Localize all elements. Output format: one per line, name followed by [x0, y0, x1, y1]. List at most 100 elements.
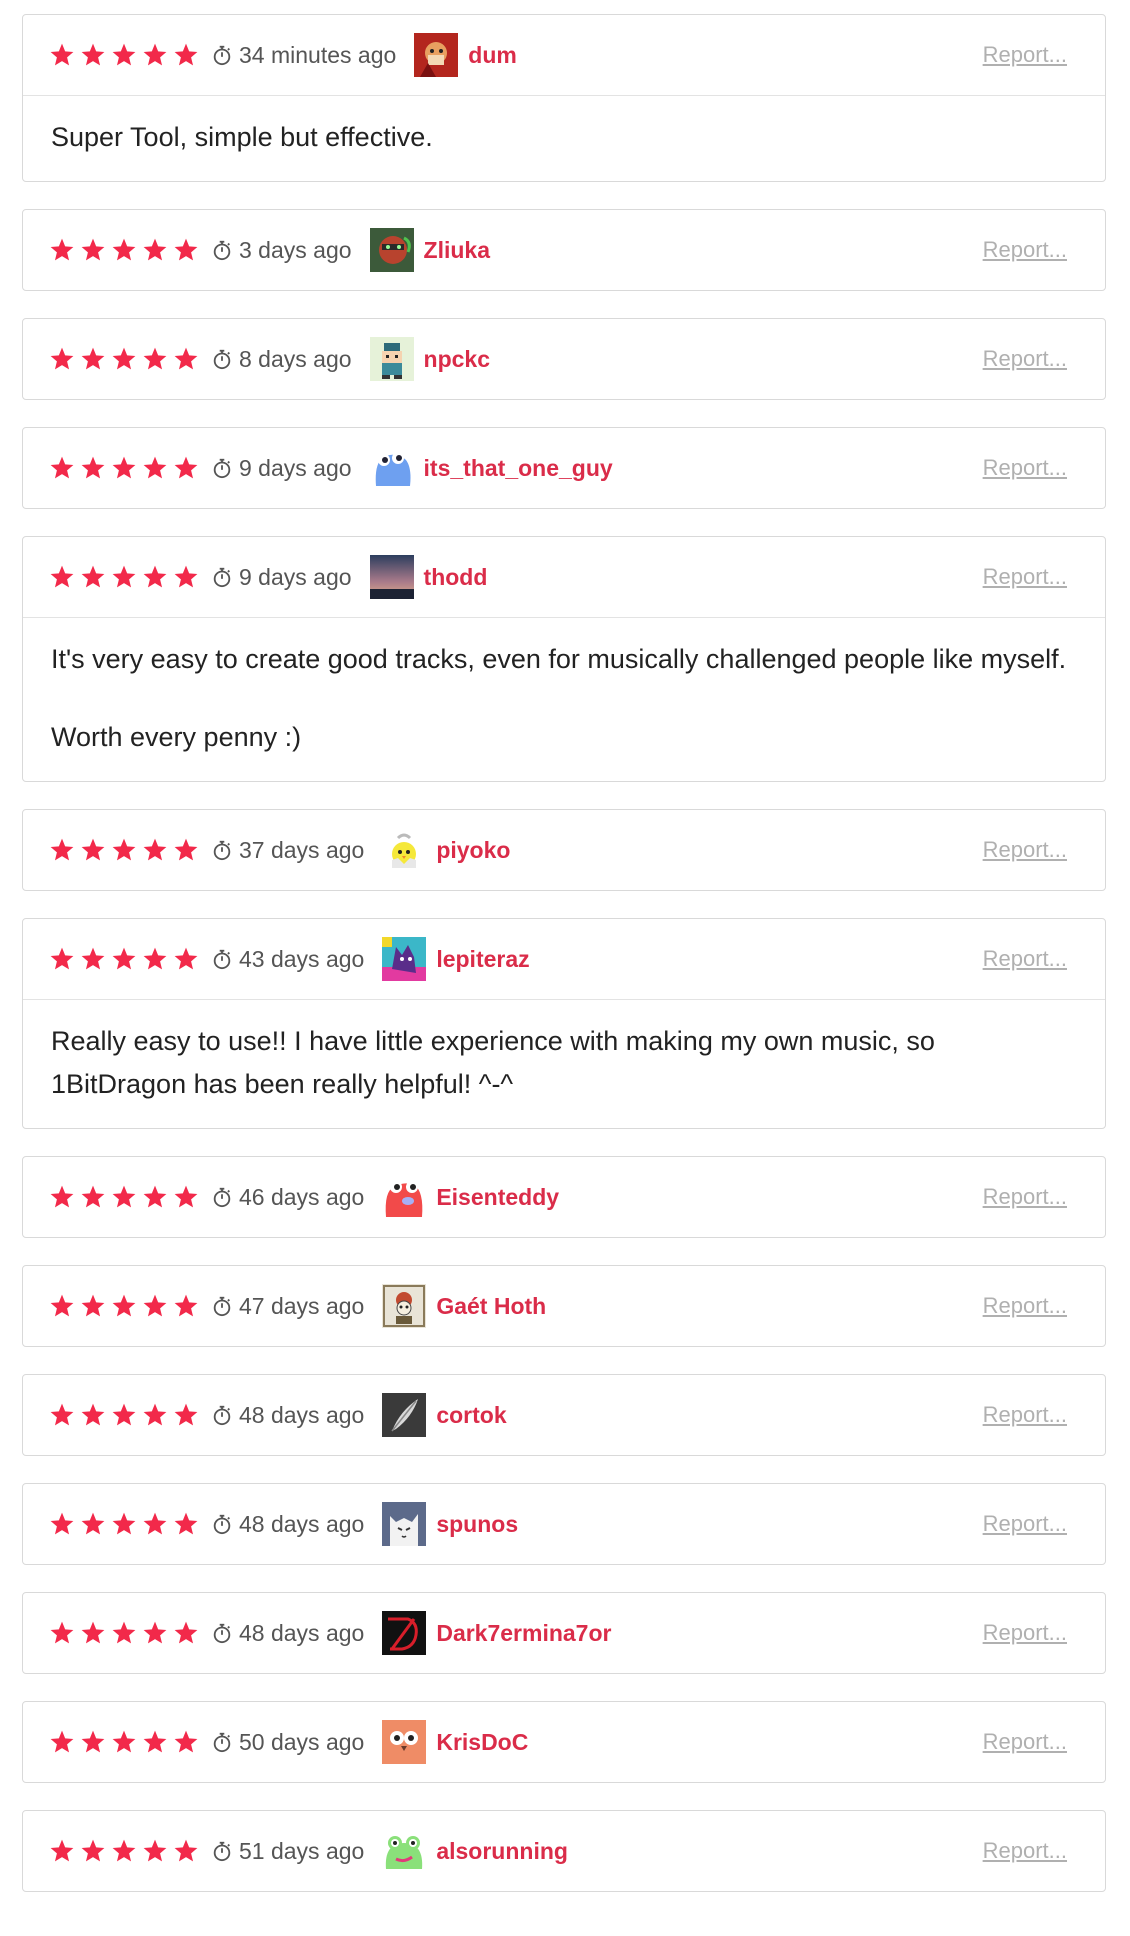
- red-d-logo-avatar[interactable]: [382, 1611, 427, 1655]
- star-icon: [173, 1838, 199, 1864]
- username-link[interactable]: piyoko: [436, 837, 510, 864]
- chick-avatar[interactable]: [382, 828, 427, 872]
- username-link[interactable]: its_that_one_guy: [424, 455, 613, 482]
- star-icon: [49, 1620, 75, 1646]
- fox-avatar[interactable]: [414, 33, 459, 77]
- username-link[interactable]: KrisDoC: [436, 1729, 528, 1756]
- star-icon: [80, 1293, 106, 1319]
- feather-avatar[interactable]: [382, 1393, 427, 1437]
- star-icon: [80, 1184, 106, 1210]
- star-icon: [111, 1729, 137, 1755]
- star-icon: [142, 1402, 168, 1428]
- star-icon: [142, 564, 168, 590]
- star-rating: [49, 237, 199, 263]
- review-body: It's very easy to create good tracks, ev…: [23, 617, 1105, 781]
- review-text: Super Tool, simple but effective.: [51, 122, 433, 152]
- username-link[interactable]: spunos: [436, 1511, 518, 1538]
- report-link[interactable]: Report...: [983, 564, 1067, 590]
- stopwatch-icon: [213, 45, 231, 66]
- star-icon: [173, 1511, 199, 1537]
- review-timestamp: 9 days ago: [211, 455, 352, 482]
- username-link[interactable]: Gaét Hoth: [436, 1293, 546, 1320]
- pixel-character-avatar[interactable]: [369, 337, 414, 381]
- review-card: 48 days ago cortok Report...: [22, 1374, 1106, 1456]
- report-link[interactable]: Report...: [983, 946, 1067, 972]
- stopwatch-icon: [213, 567, 231, 588]
- star-icon: [49, 1184, 75, 1210]
- green-creature-avatar[interactable]: [369, 228, 414, 272]
- review-text: Worth every penny :): [51, 722, 302, 752]
- stopwatch-icon: [213, 349, 231, 370]
- skull-portrait-avatar[interactable]: [382, 1284, 427, 1328]
- star-icon: [80, 564, 106, 590]
- report-link[interactable]: Report...: [983, 346, 1067, 372]
- star-icon: [111, 455, 137, 481]
- review-timestamp: 43 days ago: [211, 946, 364, 973]
- username-link[interactable]: lepiteraz: [436, 946, 529, 973]
- username-link[interactable]: alsorunning: [436, 1838, 568, 1865]
- review-header: 48 days ago cortok Report...: [23, 1375, 1105, 1455]
- star-icon: [80, 1729, 106, 1755]
- star-icon: [80, 237, 106, 263]
- star-icon: [111, 1402, 137, 1428]
- review-timestamp: 48 days ago: [211, 1511, 364, 1538]
- stopwatch-icon: [213, 1296, 231, 1317]
- sunset-avatar[interactable]: [369, 555, 414, 599]
- report-link[interactable]: Report...: [983, 1729, 1067, 1755]
- star-icon: [173, 837, 199, 863]
- report-link[interactable]: Report...: [983, 1184, 1067, 1210]
- timestamp-text: 37 days ago: [239, 836, 365, 863]
- review-card: 3 days ago Zliuka Report...: [22, 209, 1106, 291]
- star-icon: [173, 1184, 199, 1210]
- report-link[interactable]: Report...: [983, 1838, 1067, 1864]
- report-link[interactable]: Report...: [983, 237, 1067, 263]
- star-icon: [142, 455, 168, 481]
- star-icon: [80, 1620, 106, 1646]
- review-card: 37 days ago piyoko Report...: [22, 809, 1106, 891]
- star-icon: [173, 237, 199, 263]
- report-link[interactable]: Report...: [983, 1402, 1067, 1428]
- username-link[interactable]: Dark7ermina7or: [436, 1620, 611, 1647]
- star-icon: [111, 346, 137, 372]
- blue-blob-avatar[interactable]: [369, 446, 414, 490]
- star-rating: [49, 1729, 199, 1755]
- star-icon: [111, 1293, 137, 1319]
- report-link[interactable]: Report...: [983, 1620, 1067, 1646]
- star-icon: [111, 837, 137, 863]
- username-link[interactable]: cortok: [436, 1402, 506, 1429]
- white-cat-avatar[interactable]: [382, 1502, 427, 1546]
- star-rating: [49, 346, 199, 372]
- report-link[interactable]: Report...: [983, 1511, 1067, 1537]
- report-link[interactable]: Report...: [983, 455, 1067, 481]
- report-link[interactable]: Report...: [983, 42, 1067, 68]
- star-icon: [142, 1293, 168, 1319]
- review-header: 9 days ago its_that_one_guy Report...: [23, 428, 1105, 508]
- username-link[interactable]: dum: [468, 42, 517, 69]
- green-frog-avatar[interactable]: [382, 1829, 427, 1873]
- review-header: 3 days ago Zliuka Report...: [23, 210, 1105, 290]
- username-link[interactable]: Zliuka: [424, 237, 490, 264]
- timestamp-text: 9 days ago: [239, 454, 352, 481]
- orange-owl-avatar[interactable]: [382, 1720, 427, 1764]
- stopwatch-icon: [213, 949, 231, 970]
- star-icon: [80, 1511, 106, 1537]
- timestamp-text: 51 days ago: [239, 1837, 365, 1864]
- username-link[interactable]: thodd: [424, 564, 488, 591]
- stopwatch-icon: [213, 1405, 231, 1426]
- review-timestamp: 34 minutes ago: [211, 42, 396, 69]
- report-link[interactable]: Report...: [983, 837, 1067, 863]
- star-icon: [142, 1511, 168, 1537]
- star-icon: [173, 1293, 199, 1319]
- star-icon: [142, 837, 168, 863]
- timestamp-text: 46 days ago: [239, 1183, 365, 1210]
- star-icon: [80, 837, 106, 863]
- star-icon: [173, 455, 199, 481]
- timestamp-text: 34 minutes ago: [239, 41, 397, 68]
- username-link[interactable]: Eisenteddy: [436, 1184, 559, 1211]
- review-body: Super Tool, simple but effective.: [23, 95, 1105, 181]
- review-header: 34 minutes ago dum Report...: [23, 15, 1105, 95]
- report-link[interactable]: Report...: [983, 1293, 1067, 1319]
- username-link[interactable]: npckc: [424, 346, 490, 373]
- red-blob-avatar[interactable]: [382, 1175, 427, 1219]
- purple-cat-avatar[interactable]: [382, 937, 427, 981]
